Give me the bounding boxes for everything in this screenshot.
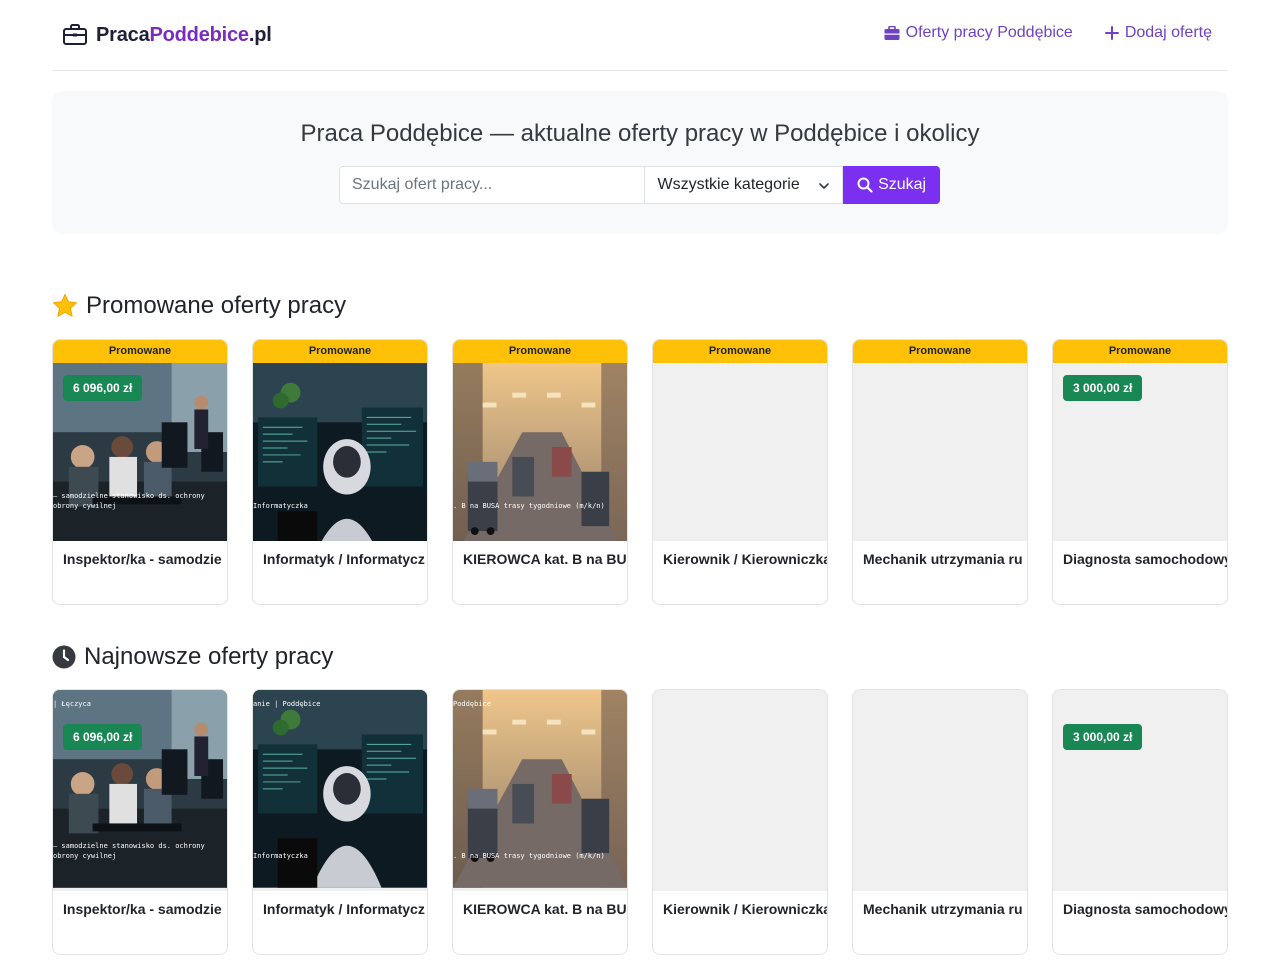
- navbar: PracaPoddebice.pl Oferty pracy Poddębice…: [52, 0, 1228, 71]
- promoted-badge: Promowane: [1053, 340, 1227, 363]
- offer-card[interactable]: | Łęczyca – samodzielne stanowisko ds. oc…: [52, 689, 228, 955]
- offer-image: Informatyczka: [253, 363, 427, 541]
- nav-links: Oferty pracy Poddębice Dodaj ofertę: [884, 24, 1212, 42]
- promoted-badge: Promowane: [653, 340, 827, 363]
- offer-card[interactable]: Promowane . B na BUSA trasy tygodniowe (m…: [452, 339, 628, 605]
- category-select[interactable]: Wszystkie kategorie: [644, 166, 844, 204]
- brand-name-part3: .pl: [248, 23, 272, 46]
- page-title: Praca Poddębice — aktualne oferty pracy …: [300, 120, 980, 147]
- image-caption-line1: – samodzielne stanowisko ds. ochrony: [53, 842, 205, 850]
- offer-title[interactable]: Informatyk / Informatycz: [263, 901, 427, 917]
- image-top-caption: | Łęczyca: [53, 700, 91, 708]
- promoted-badge: Promowane: [453, 340, 627, 363]
- offer-image: [853, 363, 1027, 541]
- offer-title[interactable]: Mechanik utrzymania ru: [863, 901, 1027, 917]
- newest-offers-grid: | Łęczyca – samodzielne stanowisko ds. oc…: [52, 689, 1228, 955]
- offer-title[interactable]: Kierownik / Kierowniczka: [663, 901, 827, 917]
- offer-card[interactable]: Promowane – samodzielne stanowisko ds. oc…: [52, 339, 228, 605]
- search-icon: [857, 177, 873, 193]
- image-caption-line2: obrony cywilnej: [53, 852, 117, 860]
- offer-image: Poddębice . B na BUSA trasy tygodniowe (m…: [453, 690, 627, 891]
- offer-card[interactable]: anie | Poddębice Informatyczka Informatyk …: [252, 689, 428, 955]
- offer-card[interactable]: Poddębice . B na BUSA trasy tygodniowe (m…: [452, 689, 628, 955]
- brand-logo-link[interactable]: PracaPoddebice.pl: [62, 22, 272, 48]
- image-caption: Informatyczka: [253, 501, 308, 511]
- salary-badge: 6 096,00 zł: [63, 724, 143, 750]
- promoted-badge: Promowane: [253, 340, 427, 363]
- image-caption: – samodzielne stanowisko ds. ochrony obro…: [53, 491, 205, 511]
- offer-title[interactable]: Diagnosta samochodowy: [1063, 901, 1227, 917]
- offer-image: – samodzielne stanowisko ds. ochrony obro…: [53, 363, 227, 541]
- promoted-badge: Promowane: [853, 340, 1027, 363]
- category-select-value: Wszystkie kategorie: [657, 176, 800, 193]
- nav-add-offer-link[interactable]: Dodaj ofertę: [1104, 24, 1212, 42]
- offer-image: | Łęczyca – samodzielne stanowisko ds. oc…: [53, 690, 227, 891]
- promoted-section-label: Promowane oferty pracy: [86, 292, 347, 319]
- offer-title[interactable]: Inspektor/ka - samodzie: [63, 901, 227, 917]
- salary-badge: 3 000,00 zł: [1063, 724, 1143, 750]
- image-caption-line1: . B na BUSA trasy tygodniowe (m/k/n): [453, 502, 605, 510]
- offer-image: [653, 690, 827, 891]
- offer-card[interactable]: 3 000,00 zł Diagnosta samochodowy: [1052, 689, 1228, 955]
- offer-card[interactable]: Kierownik / Kierowniczka: [652, 689, 828, 955]
- image-top-caption: Poddębice: [453, 700, 491, 708]
- brand-name: PracaPoddebice.pl: [96, 24, 272, 47]
- programmer-image: [253, 363, 427, 541]
- trucks-road-image: [453, 363, 627, 541]
- promoted-offers-grid: Promowane – samodzielne stanowisko ds. oc…: [52, 339, 1228, 605]
- image-caption-line1: Informatyczka: [253, 502, 308, 510]
- image-caption: . B na BUSA trasy tygodniowe (m/k/n): [453, 851, 605, 861]
- newest-section-title: Najnowsze oferty pracy: [52, 643, 333, 671]
- image-caption: – samodzielne stanowisko ds. ochrony obro…: [53, 841, 205, 861]
- offer-title[interactable]: KIEROWCA kat. B na BUS: [463, 901, 627, 917]
- offer-card[interactable]: Promowane Mechanik utrzymania ru: [852, 339, 1028, 605]
- briefcase-outline-icon: [63, 24, 87, 45]
- brand-name-part2: Poddebice: [149, 23, 250, 46]
- nav-offers-label: Oferty pracy Poddębice: [905, 24, 1073, 41]
- salary-badge: 6 096,00 zł: [63, 375, 143, 401]
- offer-card[interactable]: Promowane Informatyczka Informatyk / Infor…: [252, 339, 428, 605]
- offer-title[interactable]: Mechanik utrzymania ru: [863, 551, 1027, 567]
- search-button-label: Szukaj: [878, 176, 927, 193]
- offer-title[interactable]: Kierownik / Kierowniczka: [663, 551, 827, 567]
- offer-title[interactable]: Diagnosta samochodowy: [1063, 551, 1227, 567]
- plus-icon: [1104, 26, 1119, 40]
- clock-icon: [52, 645, 76, 669]
- chevron-down-icon: [819, 183, 829, 189]
- offer-card[interactable]: Promowane 3 000,00 zł Diagnosta samochodow…: [1052, 339, 1228, 605]
- image-caption: Informatyczka: [253, 851, 308, 861]
- nav-offers-link[interactable]: Oferty pracy Poddębice: [884, 24, 1073, 42]
- star-icon: [53, 294, 77, 317]
- image-top-caption: anie | Poddębice: [253, 700, 321, 708]
- offer-title[interactable]: KIEROWCA kat. B na BUS: [463, 551, 627, 567]
- image-caption-line1: Informatyczka: [253, 852, 308, 860]
- offer-card[interactable]: Mechanik utrzymania ru: [852, 689, 1028, 955]
- search-button[interactable]: Szukaj: [843, 166, 940, 204]
- image-caption: . B na BUSA trasy tygodniowe (m/k/n): [453, 501, 605, 511]
- search-input[interactable]: [339, 166, 645, 204]
- newest-section-label: Najnowsze oferty pracy: [84, 643, 334, 670]
- image-caption-line1: . B na BUSA trasy tygodniowe (m/k/n): [453, 852, 605, 860]
- offer-image: 3 000,00 zł: [1053, 363, 1227, 541]
- offer-image: [853, 690, 1027, 891]
- offer-image: . B na BUSA trasy tygodniowe (m/k/n): [453, 363, 627, 541]
- offer-image: [653, 363, 827, 541]
- offer-image: anie | Poddębice Informatyczka: [253, 690, 427, 891]
- offer-image: 3 000,00 zł: [1053, 690, 1227, 891]
- hero-search-panel: Praca Poddębice — aktualne oferty pracy …: [52, 91, 1228, 234]
- offer-title[interactable]: Inspektor/ka - samodzie: [63, 551, 227, 567]
- image-caption-line2: obrony cywilnej: [53, 502, 117, 510]
- promoted-badge: Promowane: [53, 340, 227, 363]
- search-form: Wszystkie kategorie Szukaj: [339, 166, 940, 204]
- image-caption-line1: – samodzielne stanowisko ds. ochrony: [53, 492, 205, 500]
- nav-add-offer-label: Dodaj ofertę: [1124, 24, 1212, 41]
- promoted-section-title: Promowane oferty pracy: [52, 292, 346, 320]
- briefcase-icon: [884, 25, 900, 40]
- salary-badge: 3 000,00 zł: [1063, 375, 1143, 401]
- brand-name-part1: Praca: [96, 23, 150, 46]
- offer-title[interactable]: Informatyk / Informatycz: [263, 551, 427, 567]
- offer-card[interactable]: Promowane Kierownik / Kierowniczka: [652, 339, 828, 605]
